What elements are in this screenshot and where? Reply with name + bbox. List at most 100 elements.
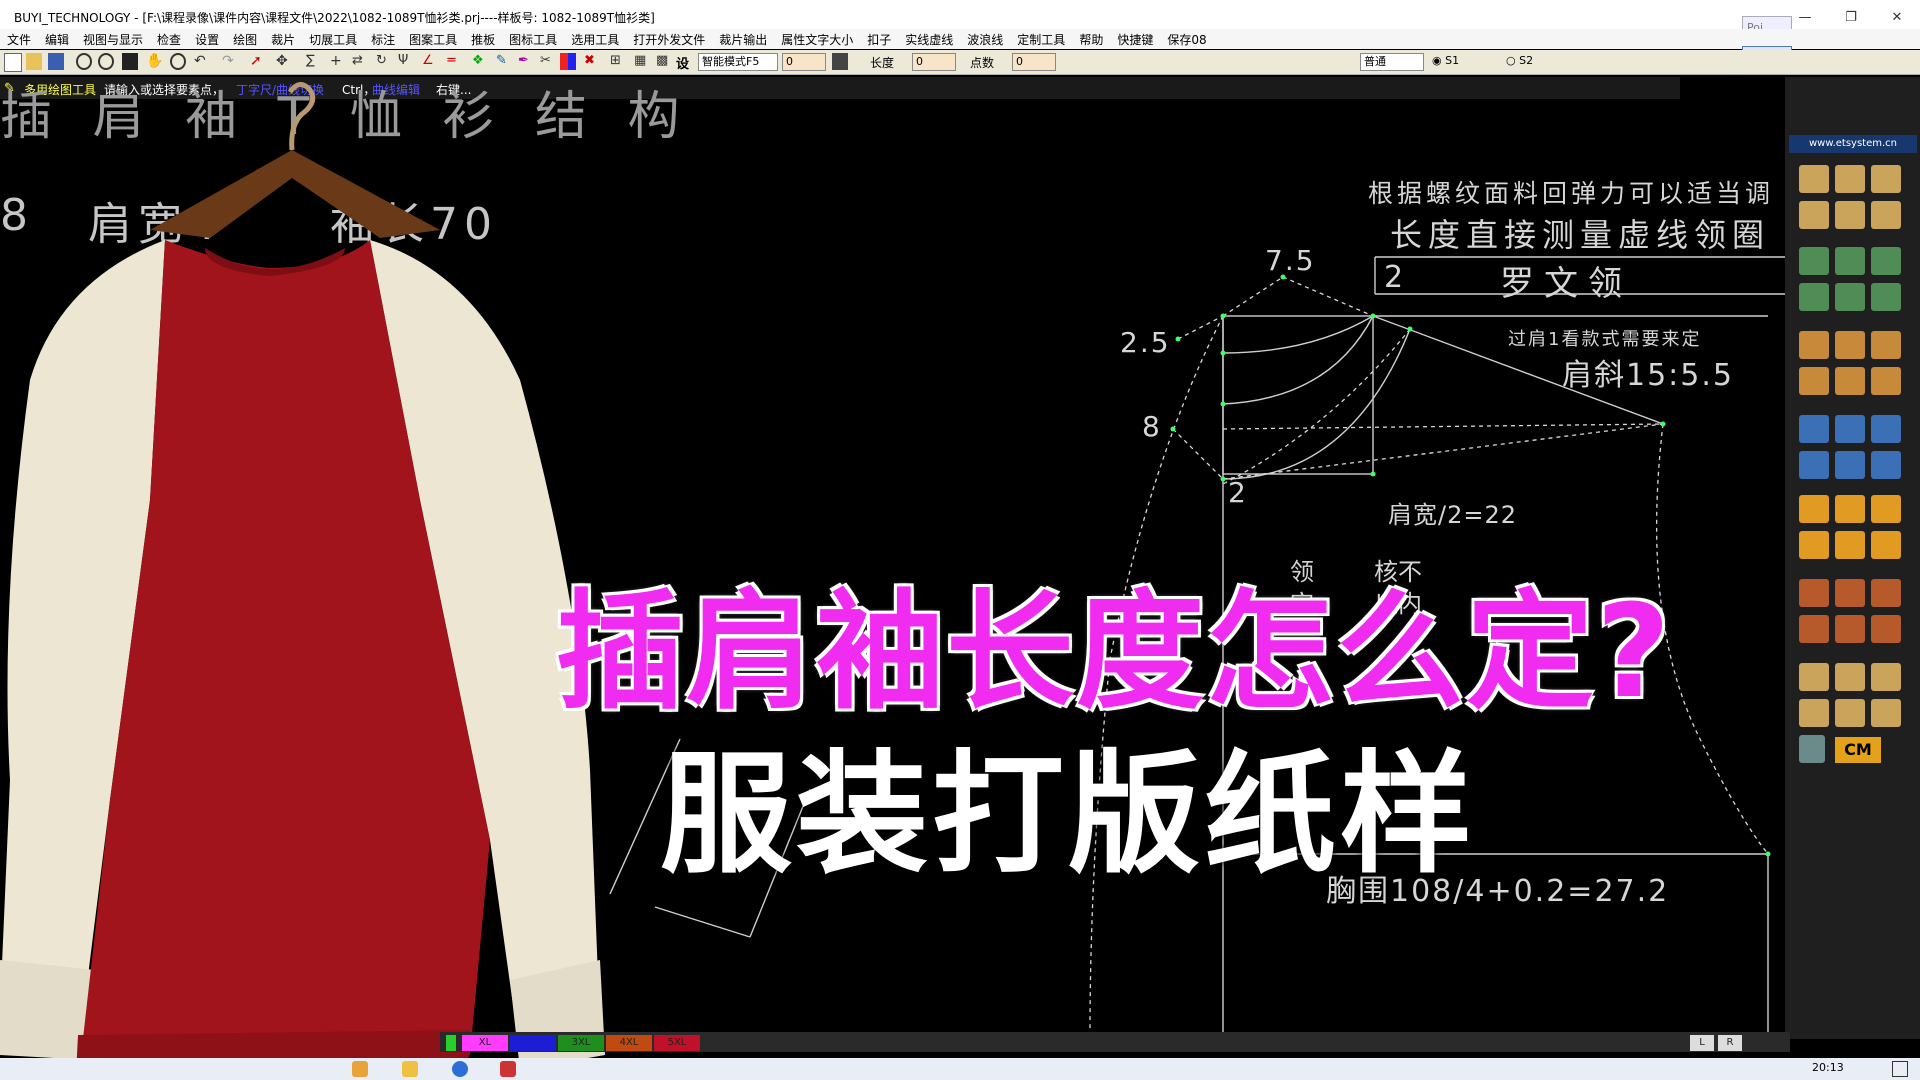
select-arrow-icon[interactable]: ➚	[250, 53, 266, 70]
tool-key-icon[interactable]	[1799, 615, 1829, 643]
zoom-out-icon[interactable]	[76, 53, 92, 70]
style-select[interactable]: 普通	[1360, 53, 1424, 71]
tool-pen-icon[interactable]	[1799, 283, 1829, 311]
undo-icon[interactable]: ↶	[194, 53, 210, 70]
tool-measure-icon[interactable]	[1871, 663, 1901, 691]
lock-icon[interactable]	[832, 53, 848, 70]
taskbar-folder-icon[interactable]	[352, 1061, 368, 1077]
menu-item[interactable]: 裁片输出	[712, 31, 774, 48]
measure-icon[interactable]: ❖	[472, 53, 488, 70]
crosshair-icon[interactable]: +	[330, 53, 346, 70]
radio-s2[interactable]: ○ S2	[1506, 54, 1533, 67]
scissors-icon[interactable]: ✂	[540, 53, 556, 70]
tool-arrows-icon[interactable]	[1835, 247, 1865, 275]
radio-s1[interactable]: ◉ S1	[1432, 54, 1459, 67]
open-folder-icon[interactable]	[26, 53, 42, 70]
length-field[interactable]: 0	[912, 53, 956, 71]
menu-item[interactable]: 裁片	[264, 31, 302, 48]
tool-tshirt-icon[interactable]	[1871, 247, 1901, 275]
parallel-icon[interactable]: =	[446, 53, 462, 70]
menu-item[interactable]: 扣子	[860, 31, 898, 48]
tool-one-icon[interactable]	[1799, 735, 1825, 763]
menu-item[interactable]: 绘图	[226, 31, 264, 48]
cross-arrow-icon[interactable]: ✖	[584, 53, 600, 70]
pattern-icon[interactable]: ▩	[656, 53, 672, 70]
tool-curve-l-icon[interactable]	[1799, 531, 1829, 559]
pan-hand-icon[interactable]: ✋	[146, 53, 163, 70]
tool-line-icon[interactable]	[1799, 165, 1829, 193]
value-field[interactable]: 0	[782, 53, 826, 71]
size-4xl[interactable]: 4XL	[606, 1035, 652, 1051]
size-swatch-base[interactable]	[446, 1035, 456, 1051]
menu-item[interactable]: 图标工具	[502, 31, 564, 48]
tool-pleat-icon[interactable]	[1835, 415, 1865, 443]
move-icon[interactable]: ✥	[276, 53, 292, 70]
menu-item[interactable]: 推板	[464, 31, 502, 48]
tool-layers-icon[interactable]	[1871, 531, 1901, 559]
menu-item[interactable]: 快捷键	[1110, 31, 1160, 48]
menu-item[interactable]: 定制工具	[1010, 31, 1072, 48]
cm-unit-icon[interactable]: CM	[1835, 737, 1881, 763]
fork-icon[interactable]: Ψ	[398, 53, 414, 70]
tool-iron-icon[interactable]	[1799, 579, 1829, 607]
tool-tack-icon[interactable]	[1799, 451, 1829, 479]
tool-triangle-icon[interactable]	[1835, 663, 1865, 691]
tool-quarter-icon[interactable]	[1871, 615, 1901, 643]
tool-box-icon[interactable]	[1871, 579, 1901, 607]
menu-item[interactable]: 属性文字大小	[774, 31, 860, 48]
tool-down-icon[interactable]	[1835, 495, 1865, 523]
tool-hand-icon[interactable]	[1835, 367, 1865, 395]
split-icon[interactable]: ⊞	[610, 53, 626, 70]
tool-dash-icon[interactable]	[1835, 201, 1865, 229]
settings-icon[interactable]: 设	[676, 53, 692, 72]
tool-curve-icon[interactable]	[1835, 165, 1865, 193]
tool-cup-icon[interactable]	[1835, 579, 1865, 607]
save-icon[interactable]	[48, 53, 64, 70]
tool-square-icon[interactable]	[1871, 331, 1901, 359]
menu-item[interactable]: 波浪线	[960, 31, 1010, 48]
right-button[interactable]: R	[1718, 1035, 1742, 1051]
size-5xl[interactable]: 5XL	[654, 1035, 700, 1051]
zoom-window-icon[interactable]	[170, 53, 186, 70]
tool-table-icon[interactable]	[1835, 699, 1865, 727]
tool-mountain-icon[interactable]	[1871, 415, 1901, 443]
menu-item[interactable]: 保存08	[1160, 31, 1213, 48]
tool-fold-icon[interactable]	[1871, 367, 1901, 395]
menu-item[interactable]: 设置	[188, 31, 226, 48]
tool-shoe-icon[interactable]	[1871, 283, 1901, 311]
menu-item[interactable]: 文件	[0, 31, 38, 48]
taskbar-explorer-icon[interactable]	[402, 1061, 418, 1077]
color-icon[interactable]	[560, 53, 576, 70]
ruler-icon[interactable]: ✎	[496, 53, 512, 70]
tool-arc-icon[interactable]	[1871, 165, 1901, 193]
tool-shape-icon[interactable]	[1871, 201, 1901, 229]
new-file-icon[interactable]	[4, 53, 22, 72]
tool-grid-icon[interactable]	[1871, 495, 1901, 523]
tool-star-icon[interactable]	[1835, 451, 1865, 479]
tool-fork-icon[interactable]	[1835, 615, 1865, 643]
points-field[interactable]: 0	[1012, 53, 1056, 71]
menu-item[interactable]: 切展工具	[302, 31, 364, 48]
menu-item[interactable]: 检查	[150, 31, 188, 48]
tool-cut-icon[interactable]	[1799, 247, 1829, 275]
menu-item[interactable]: 标注	[364, 31, 402, 48]
menu-item[interactable]: 实线虚线	[898, 31, 960, 48]
tool-flag-icon[interactable]	[1799, 495, 1829, 523]
angle-icon[interactable]: ∠	[422, 53, 438, 70]
mode-select[interactable]: 智能模式F5	[698, 53, 778, 71]
menu-item[interactable]: 视图与显示	[76, 31, 150, 48]
grid-icon[interactable]: ▦	[634, 53, 650, 70]
mirror-icon[interactable]: ⇄	[352, 53, 368, 70]
redo-icon[interactable]: ↷	[222, 53, 238, 70]
taskbar-browser-icon[interactable]	[452, 1061, 468, 1077]
tool-bag-icon[interactable]	[1799, 367, 1829, 395]
tool-corner-icon[interactable]	[1799, 201, 1829, 229]
menu-item[interactable]: 编辑	[38, 31, 76, 48]
menu-item[interactable]: 选用工具	[564, 31, 626, 48]
align-icon[interactable]: ∑	[306, 53, 322, 70]
tool-scissors-icon[interactable]	[1835, 283, 1865, 311]
taskbar-app-icon[interactable]	[500, 1061, 516, 1077]
menu-item[interactable]: 图案工具	[402, 31, 464, 48]
curve-pen-icon[interactable]: ✒	[518, 53, 534, 70]
tool-lock-icon[interactable]	[1799, 663, 1829, 691]
